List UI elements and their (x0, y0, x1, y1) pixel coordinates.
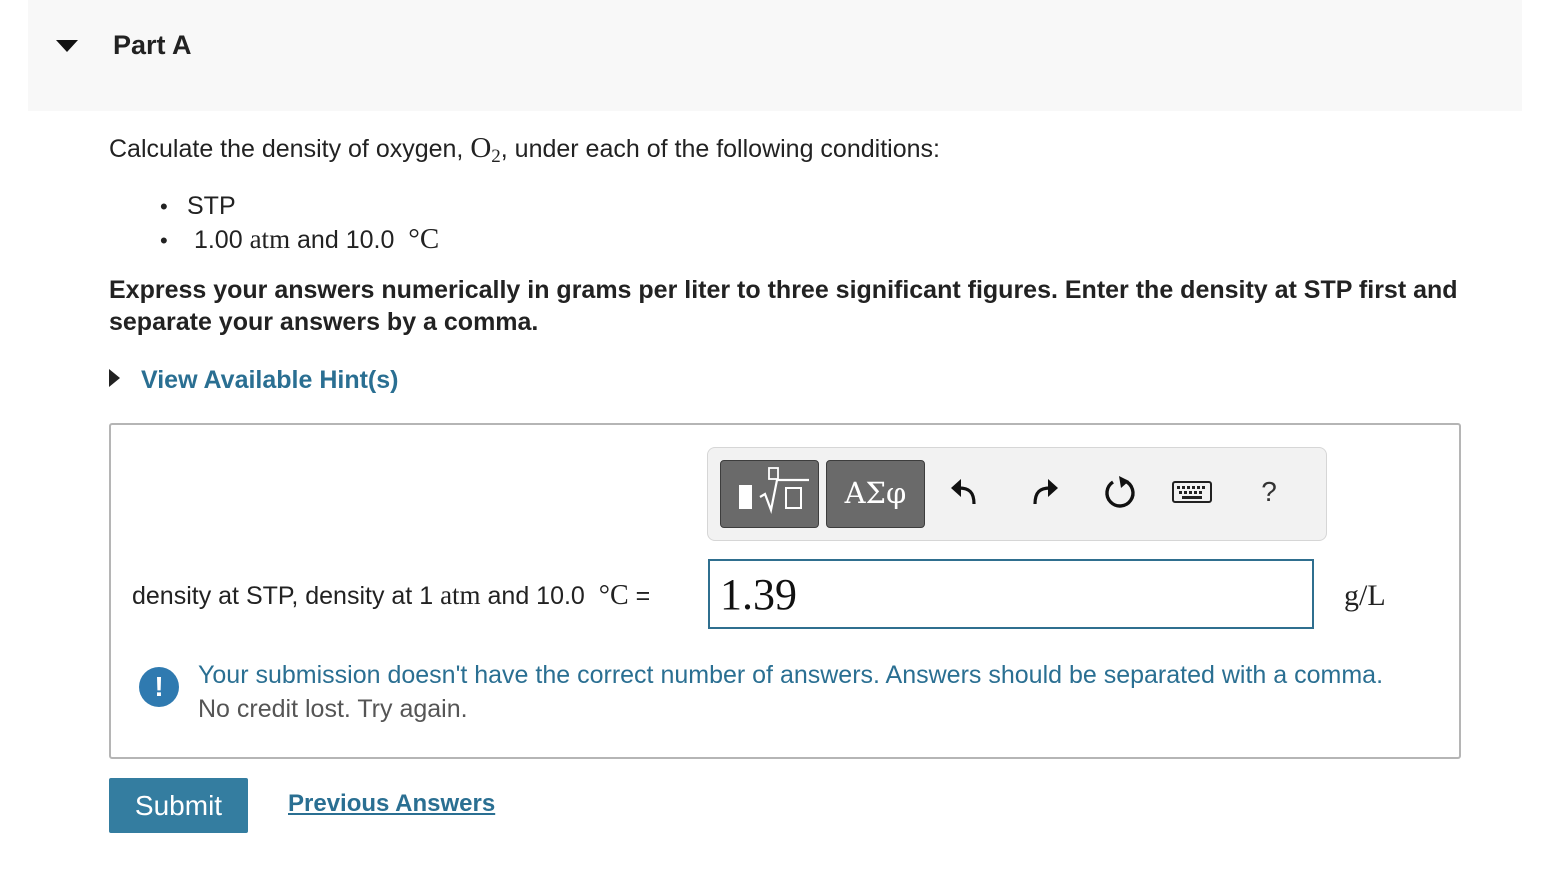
feedback-subtext: No credit lost. Try again. (198, 695, 468, 723)
previous-answers-link[interactable]: Previous Answers (288, 790, 495, 818)
question-prefix: Calculate the density of oxygen, (109, 135, 471, 163)
view-hints-toggle[interactable]: View Available Hint(s) (109, 366, 398, 395)
reset-button[interactable] (1100, 472, 1140, 512)
redo-button[interactable] (1025, 472, 1065, 512)
answer-box: ΑΣφ ? density at STP, density at 1 atm a… (109, 423, 1461, 759)
oxygen-formula: O2 (470, 132, 501, 167)
redo-icon (1033, 479, 1058, 505)
expand-arrow-icon (109, 369, 120, 387)
part-header (28, 0, 1522, 111)
collapse-triangle-icon[interactable] (56, 40, 78, 52)
part-title: Part A (113, 30, 192, 60)
condition-item: STP (160, 190, 439, 223)
alert-icon: ! (139, 667, 179, 707)
reset-icon (1105, 476, 1135, 508)
keyboard-icon (1172, 481, 1212, 503)
keyboard-button[interactable] (1170, 472, 1214, 512)
question-suffix: , under each of the following conditions… (500, 135, 940, 163)
answer-instruction: Express your answers numerically in gram… (109, 276, 1458, 336)
help-icon: ? (1261, 476, 1277, 507)
submit-button[interactable]: Submit (109, 778, 248, 833)
templates-icon (739, 467, 809, 514)
undo-icon (951, 479, 976, 505)
templates-button[interactable] (720, 460, 819, 528)
greek-letters-icon: ΑΣφ (844, 476, 907, 510)
conditions-list: STP 1.00 atm and 10.0 °C (160, 190, 439, 256)
question-text: Calculate the density of oxygen, O2, und… (109, 132, 940, 168)
condition-item: 1.00 atm and 10.0 °C (160, 223, 439, 256)
greek-letters-button[interactable]: ΑΣφ (826, 460, 925, 528)
answer-input[interactable] (708, 559, 1314, 629)
undo-button[interactable] (944, 472, 984, 512)
help-button[interactable]: ? (1249, 472, 1289, 512)
unit-label: g/L (1344, 579, 1386, 612)
math-toolbar: ΑΣφ ? (707, 447, 1327, 541)
answer-label: density at STP, density at 1 atm and 10.… (132, 580, 651, 611)
feedback-message: Your submission doesn't have the correct… (198, 661, 1384, 689)
